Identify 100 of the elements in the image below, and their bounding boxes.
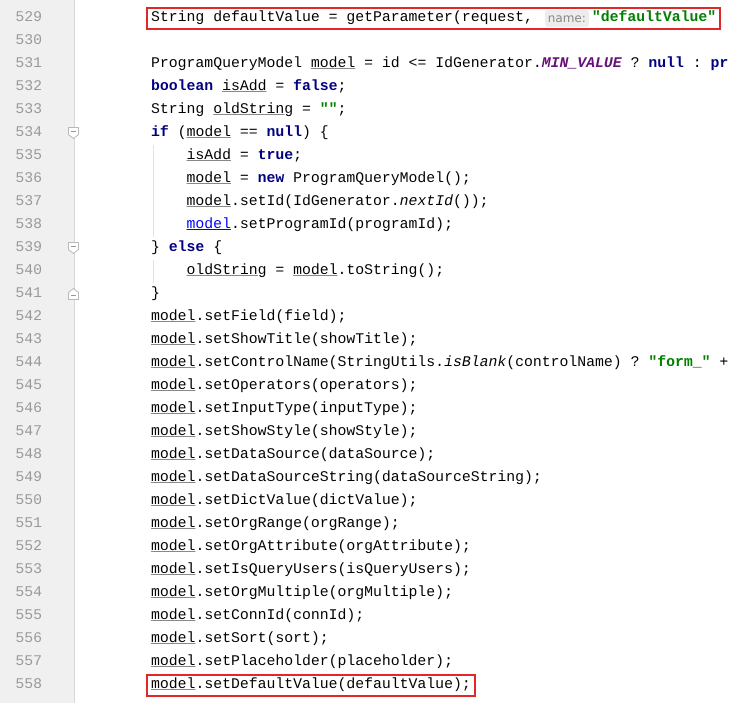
keyword-text: else [168,239,204,258]
code-text: .setField(field); [195,308,346,327]
variable-text: model [151,653,196,672]
line-number: 536 [14,170,42,189]
code-text: ( [176,124,187,143]
code-text: .setShowStyle(showStyle); [195,423,418,442]
code-text: .setDictValue(dictValue); [195,492,418,511]
code-text: .setOrgAttribute(orgAttribute); [195,538,471,557]
line-number: 546 [14,400,42,419]
variable-text: oldString [186,262,266,281]
string-literal: "form_" [648,354,710,373]
variable-text: model [293,262,338,281]
code-text: .setSort(sort); [195,630,329,649]
code-text: ; [293,147,302,166]
line-number: 553 [14,561,42,580]
fold-icon[interactable] [68,288,79,300]
line-number: 540 [14,262,42,281]
line-number: 541 [14,285,42,304]
variable-text: model [186,124,231,143]
code-text: .setOrgMultiple(orgMultiple); [195,584,453,603]
line-number: 550 [14,492,42,511]
line-number: 555 [14,607,42,626]
line-number: 548 [14,446,42,465]
constant-text: MIN_VALUE [542,55,622,74]
code-text: = [301,101,312,120]
code-text: .setShowTitle(showTitle); [195,331,418,350]
method-text: nextId [400,193,453,212]
line-number: 539 [14,239,42,258]
code-text: .setId(IdGenerator. [230,193,400,212]
code-text: = [274,262,286,281]
code-text: = [238,147,250,166]
code-text: .setPlaceholder(placeholder); [195,653,453,672]
keyword-text: null [266,124,302,143]
line-number: 545 [14,377,42,396]
variable-text: model [151,492,196,511]
code-text: .setIsQueryUsers(isQueryUsers); [195,561,471,580]
parameter-hint: name: [544,10,589,27]
variable-text: model [151,331,196,350]
variable-text: model [186,170,231,189]
code-text: .setOrgRange(orgRange); [195,515,400,534]
string-literal: "defaultValue" [592,9,716,28]
line-number: 549 [14,469,42,488]
line-number: 537 [14,193,42,212]
code-text: .setProgramId(programId); [230,216,453,235]
code-text: : [692,55,703,74]
variable-text: model [151,469,196,488]
keyword-text: if [151,124,169,143]
string-literal: "" [320,101,338,120]
code-text: = [274,78,286,97]
line-number: 557 [14,653,42,672]
fold-icon[interactable] [68,127,79,139]
line-number: 552 [14,538,42,557]
code-text: (controlName) ? [506,354,640,373]
code-text: .setDefaultValue(defaultValue); [195,676,471,695]
code-text: ; [338,101,346,120]
variable-text: model [186,193,231,212]
code-text: ) { [302,124,329,143]
variable-text: model [151,377,196,396]
variable-text: model [151,308,196,327]
keyword-text: new [258,170,284,189]
keyword-text: false [293,78,338,97]
code-text: + [718,354,728,373]
code-text: ProgramQueryModel(); [292,170,471,189]
code-text: .toString(); [338,262,444,281]
line-number: 534 [14,124,42,143]
line-number: 533 [14,101,42,120]
variable-text: oldString [213,101,294,120]
code-text: String [151,101,206,120]
variable-text: model [151,630,196,649]
line-number: 558 [14,676,42,695]
line-number: 547 [14,423,42,442]
keyword-text: boolean [151,78,214,97]
fold-icon[interactable] [68,242,79,254]
variable-text: model [151,354,196,373]
code-text: } [151,285,160,304]
line-number: 538 [14,216,42,235]
code-text: ; [338,78,346,97]
code-text: = id <= IdGenerator. [363,55,542,74]
variable-link[interactable]: model [186,216,231,235]
code-text: .setControlName(StringUtils. [195,354,444,373]
code-text: ProgramQueryModel [151,55,303,74]
line-number: 554 [14,584,42,603]
code-text: == [238,124,259,143]
code-text: .setOperators(operators); [195,377,418,396]
variable-text: isAdd [222,78,266,97]
code-text: = [238,170,250,189]
method-text: isBlank [444,354,506,373]
line-number: 543 [14,331,42,350]
variable-text: model [151,515,196,534]
code-text: ? [630,55,640,74]
line-number: 556 [14,630,42,649]
variable-text: isAdd [186,147,231,166]
variable-text: model [151,423,196,442]
keyword-text: null [648,55,684,74]
line-number: 529 [14,9,42,28]
line-number: 531 [14,55,42,74]
variable-text: model [310,55,356,74]
code-text: String defaultValue = getParameter(request, [151,9,534,28]
variable-text: model [151,538,196,557]
code-text: .setConnId(connId); [195,607,364,626]
